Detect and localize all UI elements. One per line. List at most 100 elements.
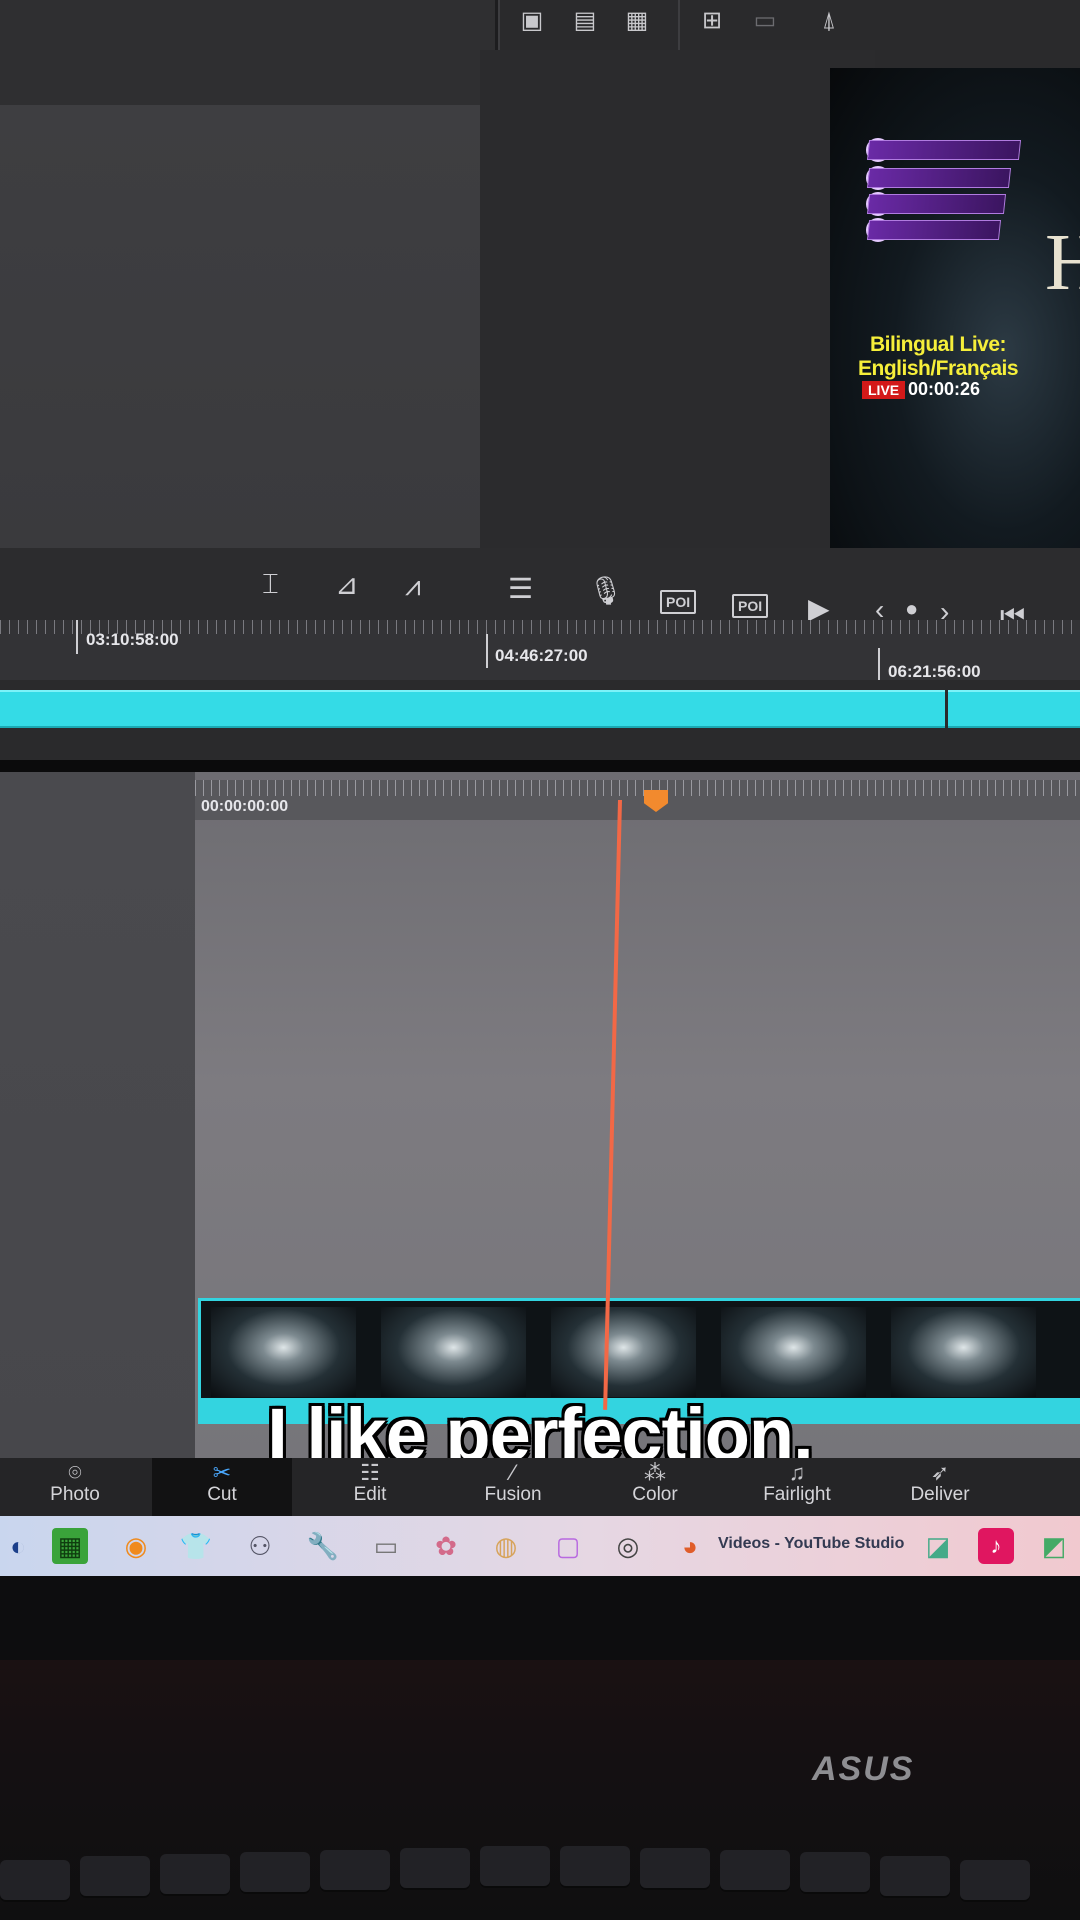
- tab-label: Color: [632, 1484, 678, 1505]
- tab-label: Edit: [353, 1484, 387, 1505]
- key: [160, 1854, 230, 1894]
- sliders-icon[interactable]: ☰: [508, 572, 533, 605]
- media-pool[interactable]: [0, 105, 483, 555]
- marker-dot-icon[interactable]: ●: [905, 596, 918, 622]
- key: [320, 1850, 390, 1890]
- wrench-icon[interactable]: 🔧: [305, 1528, 341, 1564]
- tab-label: Photo: [50, 1484, 100, 1505]
- live-badge: LIVE: [862, 381, 906, 399]
- tab-deliver[interactable]: ➶ Deliver: [870, 1458, 1010, 1518]
- timecode-label: 06:21:56:00: [888, 662, 981, 681]
- overlay-title-line2: English/Français: [858, 357, 1019, 380]
- image-view-icon[interactable]: ▣: [515, 6, 549, 36]
- clip-thumbnail: [381, 1307, 526, 1397]
- ruler-mark: [486, 634, 488, 668]
- clip-thumbnail: [721, 1307, 866, 1397]
- timecode-label: 03:10:58:00: [86, 630, 179, 649]
- brand-logo: ASUS: [812, 1750, 915, 1788]
- key: [720, 1850, 790, 1890]
- broadcast-icon[interactable]: ⍋: [812, 6, 846, 36]
- key: [400, 1848, 470, 1888]
- key: [880, 1856, 950, 1896]
- key: [80, 1856, 150, 1896]
- layout-icon[interactable]: ⊞: [695, 6, 729, 36]
- music-note-icon: ♫: [788, 1460, 806, 1485]
- overlay-bar: [866, 168, 1012, 188]
- flower-icon[interactable]: ✿: [428, 1528, 464, 1564]
- tiktok-icon[interactable]: ♪: [978, 1528, 1014, 1564]
- timeline-controls: ⌶ ⊿ ⩘ ☰ 🎙 POI POI ▶ ‹ ● › ⏮: [0, 548, 1080, 631]
- tab-edit[interactable]: ☷ Edit: [300, 1458, 440, 1518]
- controller-icon[interactable]: ⚇: [242, 1528, 278, 1564]
- tab-label: Deliver: [910, 1484, 970, 1505]
- key: [240, 1852, 310, 1892]
- grid-view-icon[interactable]: ▦: [620, 6, 654, 36]
- key: [560, 1846, 630, 1886]
- obs-icon[interactable]: ◎: [610, 1528, 646, 1564]
- game-icon[interactable]: ◍: [488, 1528, 524, 1564]
- tshirt-icon[interactable]: 👕: [178, 1528, 214, 1564]
- edit-icon: ☷: [360, 1460, 380, 1485]
- timecode-start: 00:00:00:00: [201, 798, 289, 815]
- ruler-mark: [76, 620, 78, 654]
- track-header-panel: [0, 772, 198, 1462]
- clip-thumbnail: [551, 1307, 696, 1397]
- overlay-bar: [866, 194, 1007, 214]
- upper-timeline-ruler[interactable]: 03:10:58:00 04:46:27:00 06:21:56:00: [0, 620, 1080, 682]
- app-icon[interactable]: ◩: [1036, 1528, 1072, 1564]
- tab-photo[interactable]: ⌾ Photo: [5, 1458, 145, 1518]
- key: [960, 1860, 1030, 1900]
- video-preview[interactable]: H Bilingual Live: English/Français LIVE …: [830, 68, 1080, 583]
- viewer-panel: [480, 50, 875, 570]
- minecraft-icon[interactable]: ▦: [52, 1528, 88, 1564]
- microphone-icon[interactable]: 🎙: [588, 574, 624, 607]
- upper-clip-strip[interactable]: [948, 690, 1080, 728]
- media-pool-header: [0, 0, 498, 105]
- tab-label: Fairlight: [763, 1484, 831, 1505]
- live-timer: 00:00:26: [908, 379, 981, 399]
- tab-fusion[interactable]: ⁄ Fusion: [443, 1458, 583, 1518]
- folder-icon[interactable]: ◪: [920, 1528, 956, 1564]
- camera-icon: ⌾: [68, 1460, 82, 1485]
- poi-button[interactable]: POI: [660, 590, 697, 614]
- taskbar-window-label[interactable]: Videos - YouTube Studio: [718, 1535, 904, 1553]
- blender-icon[interactable]: ◉: [118, 1528, 154, 1564]
- tab-label: Fusion: [484, 1484, 542, 1505]
- clip-thumbnail: [211, 1307, 356, 1397]
- overlay-bar: [866, 140, 1022, 160]
- clip-thumbnail: [891, 1307, 1036, 1397]
- divider: [678, 0, 680, 52]
- ruler-mark: [878, 648, 880, 682]
- cut-icon: ✂: [212, 1460, 232, 1485]
- poi-add-button[interactable]: POI: [732, 594, 769, 618]
- key: [800, 1852, 870, 1892]
- app-icon[interactable]: ▭: [368, 1528, 404, 1564]
- fusion-icon: ⁄: [511, 1460, 515, 1485]
- split-clip-icon[interactable]: ⌶: [262, 568, 279, 601]
- dual-view-icon[interactable]: ▭: [748, 6, 782, 36]
- tab-color[interactable]: ⁂ Color: [585, 1458, 725, 1518]
- overlay-letter: H: [1045, 219, 1080, 307]
- key: [480, 1846, 550, 1886]
- tab-cut[interactable]: ✂ Cut: [152, 1458, 292, 1518]
- filmstrip-view-icon[interactable]: ▤: [568, 6, 602, 36]
- windows-taskbar: ◐ ▦ ◉ 👕 ⚇ 🔧 ▭ ✿ ◍ ▢ ◎ ◕ Videos - YouTube…: [0, 1516, 1080, 1576]
- key: [0, 1860, 70, 1900]
- tab-label: Cut: [207, 1484, 237, 1505]
- timecode-label: 04:46:27:00: [495, 646, 588, 665]
- page-navigation: ⌾ Photo ✂ Cut ☷ Edit ⁄ Fusion ⁂ Color ♫ …: [0, 1458, 1080, 1518]
- trim-icon[interactable]: ⊿: [335, 568, 358, 601]
- firefox-icon[interactable]: ◕: [672, 1528, 708, 1564]
- laptop-keyboard: [0, 1660, 1080, 1920]
- divider: [498, 0, 500, 52]
- rocket-icon: ➶: [930, 1460, 950, 1485]
- waveform-icon[interactable]: ⩘: [405, 570, 421, 603]
- lower-timeline-ruler[interactable]: 00:00:00:00: [195, 780, 1080, 820]
- color-icon: ⁂: [644, 1460, 666, 1485]
- steam-icon[interactable]: ◐: [0, 1528, 36, 1564]
- chat-icon[interactable]: ▢: [550, 1528, 586, 1564]
- overlay-title-line1: Bilingual Live:: [870, 333, 1007, 356]
- tab-fairlight[interactable]: ♫ Fairlight: [727, 1458, 867, 1518]
- upper-clip-strip[interactable]: [0, 690, 945, 728]
- key: [640, 1848, 710, 1888]
